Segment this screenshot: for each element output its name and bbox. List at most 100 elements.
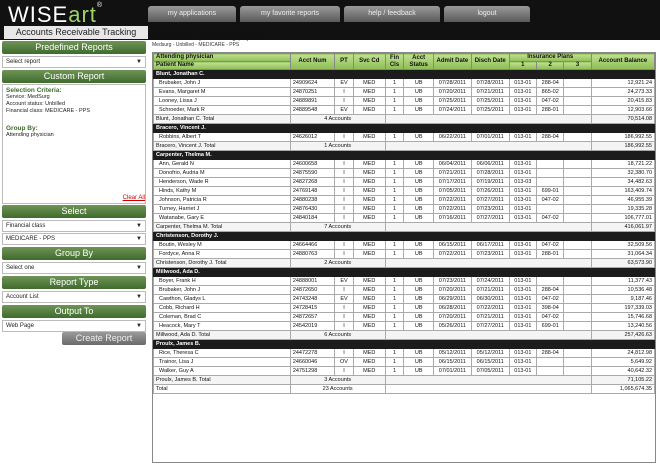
output-to-select[interactable]: Web Page ▼ xyxy=(2,320,146,332)
table-row[interactable]: Hinds, Kathy M 24769148 I MED 1 UB 07/05/2011 0… xyxy=(153,186,656,196)
fin-cls-cell: 1 xyxy=(384,105,405,115)
physician-name: Carpenter, Thelma M. xyxy=(153,150,655,160)
group-total-label: Proulx, James B. Total xyxy=(153,375,291,385)
fin-cls-cell: 1 xyxy=(384,186,405,196)
admit-date-cell: 07/28/2011 xyxy=(432,78,472,88)
nav-my-favorite-reports[interactable]: my favorite reports xyxy=(240,6,340,22)
acct-status-cell: UB xyxy=(403,177,434,187)
ins-3-cell xyxy=(563,96,592,106)
table-row[interactable]: Coleman, Brad C 24872657 I MED 1 UB 07/20/2011… xyxy=(153,312,656,322)
acct-num-cell: 24472278 xyxy=(289,348,336,358)
group-total-balance: 63,573.90 xyxy=(590,258,656,268)
group-by-select[interactable]: Select one ▼ xyxy=(2,262,146,274)
grand-total-spacer xyxy=(384,384,592,394)
account-balance-cell: 163,409.74 xyxy=(590,186,656,196)
table-row[interactable]: Heacock, Mary T 24542019 I MED 1 UB 05/26/2011… xyxy=(153,321,656,331)
acct-status-cell: UB xyxy=(403,105,434,115)
acct-num-cell: 24880238 xyxy=(289,195,336,205)
group-total-spacer xyxy=(384,222,592,232)
pt-cell: I xyxy=(334,195,354,205)
table-row[interactable]: Brubaker, John J 24909624 EV MED 1 UB 07/28/20… xyxy=(153,78,656,88)
group-header-row: Blunt, Jonathan C. xyxy=(153,69,655,79)
disch-date-cell: 07/21/2011 xyxy=(470,312,510,322)
physician-name: Blunt, Jonathan C. xyxy=(153,69,655,79)
group-header-row: Bracero, Vincent J. xyxy=(153,123,655,133)
table-row[interactable]: Donofrio, Audria M 24875590 I MED 1 UB 07/21/2… xyxy=(153,168,656,178)
admit-date-cell: 07/24/2011 xyxy=(432,105,472,115)
admit-date-cell: 06/15/2011 xyxy=(432,240,472,250)
select-field-select[interactable]: Financial class ▼ xyxy=(2,220,146,232)
fin-cls-cell: 1 xyxy=(384,276,405,286)
ins-3-cell xyxy=(563,312,592,322)
acct-num-cell: 24870251 xyxy=(289,87,336,97)
table-row[interactable]: Henderson, Wade R 24827268 I MED 1 UB 07/17/20… xyxy=(153,177,656,187)
clear-all-link[interactable]: Clear All xyxy=(123,195,145,201)
patient-name-cell: Cawthon, Gladys L xyxy=(153,294,291,304)
table-row[interactable]: Robbins, Albert T 24626012 I MED 1 UB 06/22/20… xyxy=(153,132,656,142)
pt-cell: I xyxy=(334,132,354,142)
group-total-label: Christenson, Dorothy J. Total xyxy=(153,258,291,268)
create-report-button[interactable]: Create Report xyxy=(62,332,146,345)
pt-cell: I xyxy=(334,249,354,259)
admit-date-cell: 06/15/2011 xyxy=(432,357,472,367)
ins-2-cell: 699-01 xyxy=(536,321,565,331)
table-row[interactable]: Watanabe, Gary E 24840184 I MED 1 UB 07/16/201… xyxy=(153,213,656,223)
acct-status-cell: UB xyxy=(403,249,434,259)
admit-date-cell: 07/05/2011 xyxy=(432,186,472,196)
report-type-select[interactable]: Account List ▼ xyxy=(2,291,146,303)
group-total-label: Blunt, Jonathan C. Total xyxy=(153,114,291,124)
table-row[interactable]: Boyer, Frank H 24888001 EV MED 1 UB 07/23/2011… xyxy=(153,276,656,286)
account-balance-cell: 12,921.24 xyxy=(590,78,656,88)
acct-status-cell: UB xyxy=(403,276,434,286)
nav-logout[interactable]: logout xyxy=(444,6,530,22)
patient-name-cell: Cobb, Richard H xyxy=(153,303,291,313)
ins-1-cell: 013-01 xyxy=(508,132,538,142)
table-row[interactable]: Cawthon, Gladys L 24743248 EV MED 1 UB 06/29/2… xyxy=(153,294,656,304)
table-row[interactable]: Fordyce, Anna R 24880763 I MED 1 UB 07/22/2011… xyxy=(153,249,656,259)
table-row[interactable]: Evans, Margaret M 24870251 I MED 1 UB 07/20/20… xyxy=(153,87,656,97)
pt-cell: I xyxy=(334,177,354,187)
select-value-select[interactable]: MEDICARE - PPS ▼ xyxy=(2,233,146,245)
acct-num-cell: 24888001 xyxy=(289,276,336,286)
disch-date-cell: 06/30/2011 xyxy=(470,294,510,304)
ins-1-cell: 013-01 xyxy=(508,321,538,331)
nav-help-feedback[interactable]: help / feedback xyxy=(344,6,440,22)
account-balance-cell: 24,273.33 xyxy=(590,87,656,97)
table-row[interactable]: Ann, Gerald N 24600658 I MED 1 UB 06/04/2011 06… xyxy=(153,159,656,169)
pt-cell: I xyxy=(334,204,354,214)
table-row[interactable]: Walker, Guy A 24751298 I MED 1 UB 07/01/2011 07… xyxy=(153,366,656,376)
header-pt: PT xyxy=(334,53,354,70)
table-row[interactable]: Looney, Lissa J 24889891 I MED 1 UB 07/25/2011… xyxy=(153,96,656,106)
physician-name: Christenson, Dorothy J. xyxy=(153,231,655,241)
table-row[interactable]: Boutin, Wesley M 24664466 I MED 1 UB 06/15/201… xyxy=(153,240,656,250)
header-svc-cd: Svc Cd xyxy=(352,53,386,70)
table-row[interactable]: Rice, Theresa C 24472278 I MED 1 UB 05/12/2011… xyxy=(153,348,656,358)
patient-name-cell: Looney, Lissa J xyxy=(153,96,291,106)
acct-status-cell: UB xyxy=(403,195,434,205)
table-row[interactable]: Johnson, Patricia R 24880238 I MED 1 UB 07/22/… xyxy=(153,195,656,205)
table-row[interactable]: Turney, Harriet J 24876430 I MED 1 UB 07/22/20… xyxy=(153,204,656,214)
ins-2-cell: 288-04 xyxy=(536,348,565,358)
ins-2-cell: 047-02 xyxy=(536,213,565,223)
top-nav: my applications my favorite reports help… xyxy=(148,6,530,22)
patient-name-cell: Donofrio, Audria M xyxy=(153,168,291,178)
predefined-report-select[interactable]: Select report ▼ xyxy=(2,56,146,68)
table-row[interactable]: Brubaker, John J 24872650 I MED 1 UB 07/20/201… xyxy=(153,285,656,295)
table-row[interactable]: Schroeder, Mark R 24889548 EV MED 1 UB 07/24/2… xyxy=(153,105,656,115)
acct-status-cell: UB xyxy=(403,87,434,97)
table-row[interactable]: Trainor, Lisa J 24660046 OV MED 1 UB 06/15/201… xyxy=(153,357,656,367)
admit-date-cell: 05/12/2011 xyxy=(432,348,472,358)
acct-status-cell: UB xyxy=(403,312,434,322)
account-balance-cell: 40,642.32 xyxy=(590,366,656,376)
svc-cd-cell: MED xyxy=(352,213,386,223)
nav-my-applications[interactable]: my applications xyxy=(148,6,236,22)
page-subtitle: Medsurg - Unbilled - MEDICARE - PPS xyxy=(152,42,240,48)
pt-cell: I xyxy=(334,87,354,97)
admit-date-cell: 07/20/2011 xyxy=(432,312,472,322)
group-total-row: Millwood, Ada D. Total 6 Accounts 257,426.… xyxy=(153,330,656,340)
pt-cell: I xyxy=(334,366,354,376)
logo-wise: WISE xyxy=(8,2,69,27)
table-row[interactable]: Cobb, Richard H 24728415 I MED 1 UB 06/28/2011… xyxy=(153,303,656,313)
output-to-header: Output To xyxy=(2,305,146,318)
ins-2-cell: 047-02 xyxy=(536,240,565,250)
